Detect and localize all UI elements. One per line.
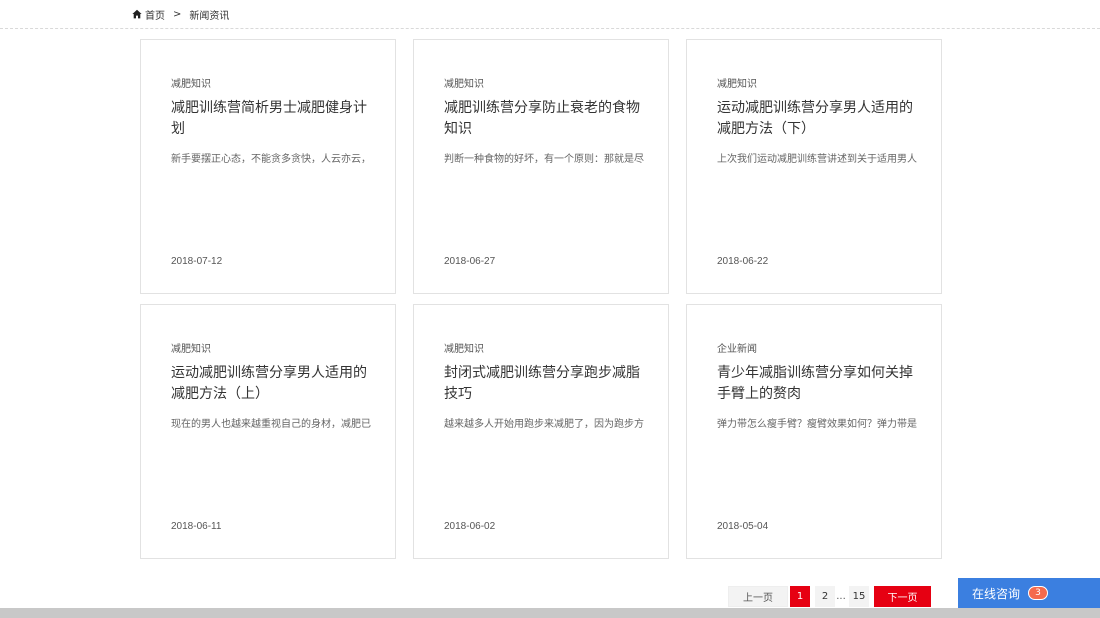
pagination: 上一页 1 2 ... 15 下一页	[728, 586, 931, 607]
news-card[interactable]: 减肥知识 封闭式减肥训练营分享跑步减脂技巧 越来越多人开始用跑步来减肥了，因为跑…	[413, 304, 669, 559]
news-card[interactable]: 减肥知识 运动减肥训练营分享男人适用的减肥方法（上） 现在的男人也越来越重视自己…	[140, 304, 396, 559]
news-card[interactable]: 减肥知识 减肥训练营分享防止衰老的食物知识 判断一种食物的好坏，有一个原则：那就…	[413, 39, 669, 294]
news-title[interactable]: 运动减肥训练营分享男人适用的减肥方法（下）	[717, 98, 917, 140]
news-category[interactable]: 企业新闻	[717, 340, 757, 355]
news-category[interactable]: 减肥知识	[444, 340, 484, 355]
news-title[interactable]: 减肥训练营分享防止衰老的食物知识	[444, 98, 644, 140]
prev-page-button[interactable]: 上一页	[728, 586, 788, 607]
news-date: 2018-06-22	[717, 256, 769, 267]
news-summary: 新手要摆正心态，不能贪多贪快，人云亦云，	[171, 154, 371, 164]
page-1-button[interactable]: 1	[790, 586, 810, 607]
news-title[interactable]: 青少年减脂训练营分享如何关掉手臂上的赘肉	[717, 363, 917, 405]
unread-badge: 3	[1028, 586, 1049, 600]
news-title[interactable]: 封闭式减肥训练营分享跑步减脂技巧	[444, 363, 644, 405]
news-summary: 上次我们运动减肥训练营讲述到关于适用男人	[717, 154, 917, 164]
news-date: 2018-06-02	[444, 521, 496, 532]
online-consult-button[interactable]: 在线咨询 3	[958, 578, 1100, 608]
news-grid: 减肥知识 减肥训练营简析男士减肥健身计划 新手要摆正心态，不能贪多贪快，人云亦云…	[140, 39, 944, 562]
news-category[interactable]: 减肥知识	[171, 75, 211, 90]
news-category[interactable]: 减肥知识	[444, 75, 484, 90]
news-date: 2018-06-27	[444, 256, 496, 267]
news-date: 2018-06-11	[171, 521, 222, 532]
news-category[interactable]: 减肥知识	[171, 340, 211, 355]
breadcrumb-home-link[interactable]: 首页	[145, 7, 165, 22]
news-date: 2018-07-12	[171, 256, 223, 267]
news-title[interactable]: 减肥训练营简析男士减肥健身计划	[171, 98, 371, 140]
breadcrumb-separator: >	[173, 8, 182, 20]
next-page-button[interactable]: 下一页	[874, 586, 931, 607]
news-card[interactable]: 企业新闻 青少年减脂训练营分享如何关掉手臂上的赘肉 弹力带怎么瘦手臂？瘦臂效果如…	[686, 304, 942, 559]
news-card[interactable]: 减肥知识 运动减肥训练营分享男人适用的减肥方法（下） 上次我们运动减肥训练营讲述…	[686, 39, 942, 294]
home-icon[interactable]	[132, 9, 142, 19]
breadcrumb: 首页 > 新闻资讯	[132, 0, 1100, 28]
news-summary: 越来越多人开始用跑步来减肥了，因为跑步方	[444, 419, 644, 429]
page-2-button[interactable]: 2	[815, 586, 835, 607]
news-category[interactable]: 减肥知识	[717, 75, 757, 90]
header-divider	[0, 28, 1100, 29]
news-date: 2018-05-04	[717, 521, 769, 532]
news-title[interactable]: 运动减肥训练营分享男人适用的减肥方法（上）	[171, 363, 371, 405]
pagination-ellipsis: ...	[836, 591, 846, 602]
bottom-bar	[0, 608, 1100, 618]
online-consult-label: 在线咨询	[972, 586, 1021, 601]
news-card[interactable]: 减肥知识 减肥训练营简析男士减肥健身计划 新手要摆正心态，不能贪多贪快，人云亦云…	[140, 39, 396, 294]
news-summary: 判断一种食物的好坏，有一个原则：那就是尽	[444, 154, 644, 164]
breadcrumb-current: 新闻资讯	[189, 10, 230, 22]
page-15-button[interactable]: 15	[849, 586, 869, 607]
news-summary: 现在的男人也越来越重视自己的身材，减肥已	[171, 419, 371, 429]
news-summary: 弹力带怎么瘦手臂？瘦臂效果如何？弹力带是	[717, 419, 917, 429]
